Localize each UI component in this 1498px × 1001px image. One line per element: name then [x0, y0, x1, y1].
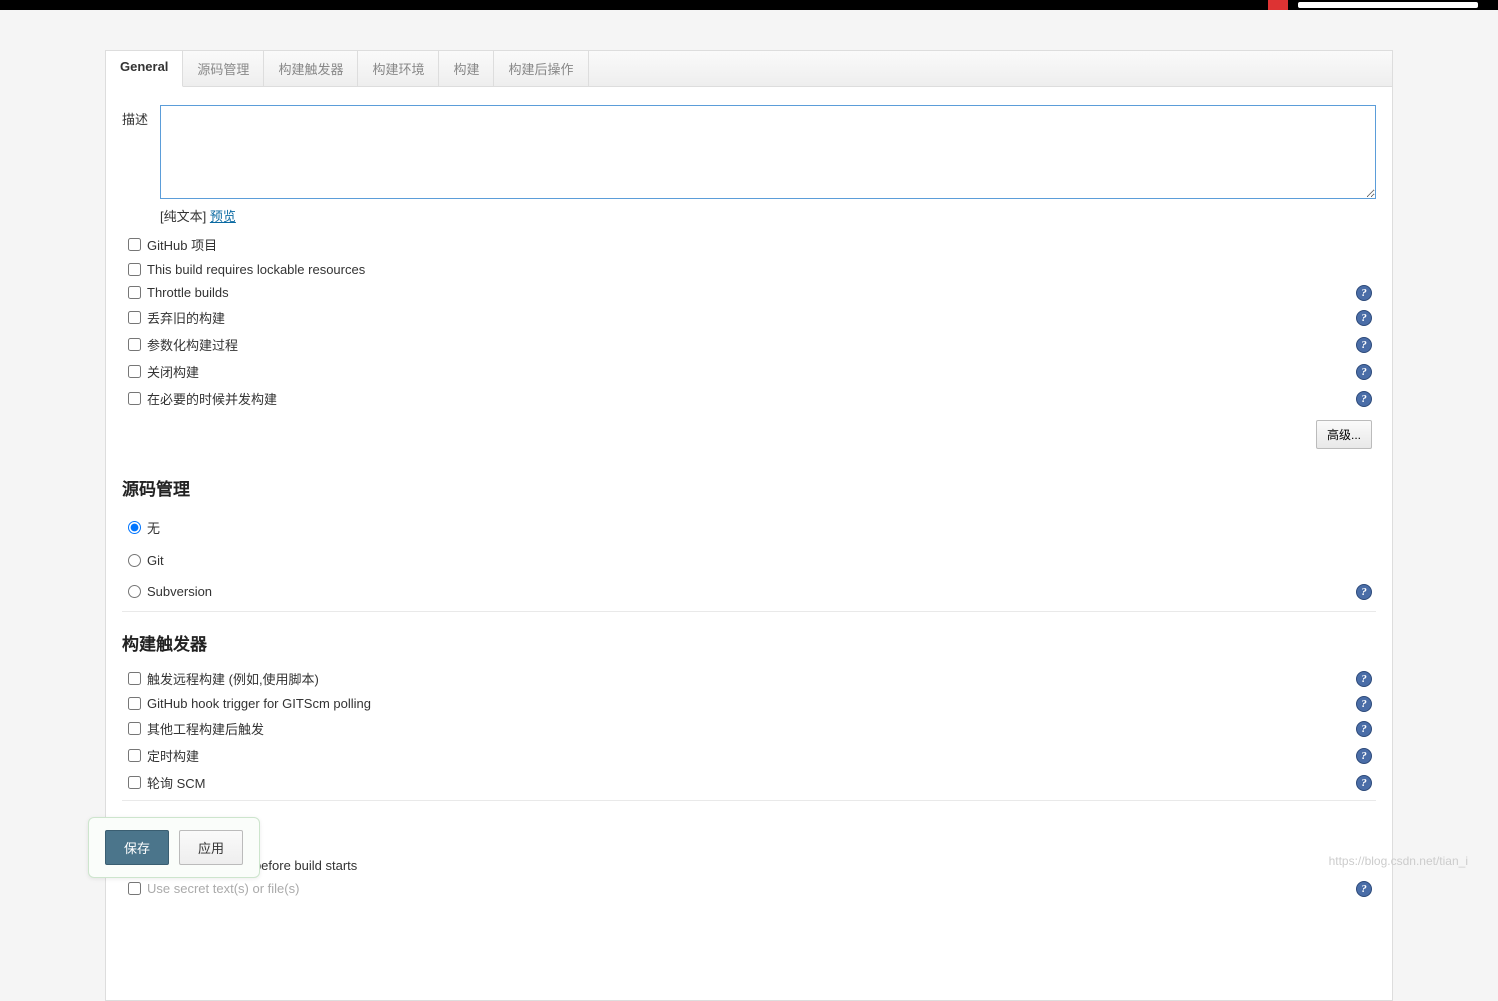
- tab-0[interactable]: General: [106, 51, 183, 87]
- description-format-row: [纯文本] 预览: [160, 206, 1376, 225]
- scm-option-row: 无: [122, 510, 1376, 545]
- general-option-label[interactable]: 关闭构建: [147, 362, 199, 381]
- general-option-row: 在必要的时候并发构建?: [122, 385, 1376, 412]
- tab-1[interactable]: 源码管理: [183, 51, 264, 86]
- general-option-checkbox[interactable]: [128, 338, 141, 351]
- general-option-checkbox[interactable]: [128, 263, 141, 276]
- general-option-checkbox[interactable]: [128, 311, 141, 324]
- trigger-option-checkbox[interactable]: [128, 776, 141, 789]
- trigger-option-label[interactable]: 其他工程构建后触发: [147, 719, 264, 738]
- main-panel: General源码管理构建触发器构建环境构建构建后操作 描述 [纯文本] 预览 …: [105, 50, 1393, 1001]
- global-search[interactable]: [1298, 2, 1478, 8]
- env-option-label[interactable]: Use secret text(s) or file(s): [147, 881, 299, 896]
- divider: [122, 800, 1376, 801]
- tab-3[interactable]: 构建环境: [358, 51, 439, 86]
- trigger-option-label[interactable]: 定时构建: [147, 746, 199, 765]
- notification-badge[interactable]: [1268, 0, 1288, 10]
- description-input[interactable]: [160, 105, 1376, 199]
- description-area: [纯文本] 预览: [160, 105, 1376, 225]
- help-icon[interactable]: ?: [1356, 881, 1372, 897]
- help-icon[interactable]: ?: [1356, 391, 1372, 407]
- general-option-label[interactable]: GitHub 项目: [147, 235, 217, 254]
- general-option-label[interactable]: 参数化构建过程: [147, 335, 238, 354]
- trigger-option-checkbox[interactable]: [128, 672, 141, 685]
- general-option-checkbox[interactable]: [128, 392, 141, 405]
- scm-option-label[interactable]: 无: [147, 518, 160, 537]
- help-icon[interactable]: ?: [1356, 584, 1372, 600]
- help-icon[interactable]: ?: [1356, 285, 1372, 301]
- general-option-label[interactable]: 丢弃旧的构建: [147, 308, 225, 327]
- env-option-checkbox[interactable]: [128, 882, 141, 895]
- general-option-checkbox[interactable]: [128, 286, 141, 299]
- general-option-label[interactable]: 在必要的时候并发构建: [147, 389, 277, 408]
- help-icon[interactable]: ?: [1356, 337, 1372, 353]
- preview-link[interactable]: 预览: [210, 209, 236, 224]
- plain-text-label: [纯文本]: [160, 209, 206, 224]
- trigger-option-checkbox[interactable]: [128, 749, 141, 762]
- trigger-option-checkbox[interactable]: [128, 697, 141, 710]
- general-option-row: This build requires lockable resources: [122, 258, 1376, 281]
- advanced-button[interactable]: 高级...: [1316, 420, 1372, 449]
- trigger-option-row: GitHub hook trigger for GITScm polling?: [122, 692, 1376, 715]
- description-row: 描述 [纯文本] 预览: [122, 105, 1376, 225]
- general-option-row: 丢弃旧的构建?: [122, 304, 1376, 331]
- general-option-checkbox[interactable]: [128, 238, 141, 251]
- help-icon[interactable]: ?: [1356, 748, 1372, 764]
- scm-option-row: Git: [122, 545, 1376, 576]
- config-content: 描述 [纯文本] 预览 GitHub 项目 This build requires…: [106, 87, 1392, 1000]
- general-option-label[interactable]: This build requires lockable resources: [147, 262, 365, 277]
- general-option-row: Throttle builds?: [122, 281, 1376, 304]
- description-label: 描述: [122, 105, 160, 128]
- divider: [122, 611, 1376, 612]
- env-option-row: Use secret text(s) or file(s)?: [122, 877, 1376, 900]
- help-icon[interactable]: ?: [1356, 671, 1372, 687]
- help-icon[interactable]: ?: [1356, 364, 1372, 380]
- general-option-row: 关闭构建?: [122, 358, 1376, 385]
- apply-button[interactable]: 应用: [179, 830, 243, 865]
- triggers-section-title: 构建触发器: [122, 630, 1376, 655]
- buildenv-section-title: 构建环境: [122, 819, 1376, 844]
- scm-option-radio[interactable]: [128, 521, 141, 534]
- trigger-option-label[interactable]: GitHub hook trigger for GITScm polling: [147, 696, 371, 711]
- scm-option-radio[interactable]: [128, 585, 141, 598]
- trigger-option-row: 触发远程构建 (例如,使用脚本)?: [122, 665, 1376, 692]
- scm-option-row: Subversion?: [122, 576, 1376, 607]
- help-icon[interactable]: ?: [1356, 310, 1372, 326]
- help-icon[interactable]: ?: [1356, 721, 1372, 737]
- scm-option-label[interactable]: Subversion: [147, 584, 212, 599]
- scm-option-label[interactable]: Git: [147, 553, 164, 568]
- save-bar: 保存 应用: [88, 817, 260, 878]
- help-icon[interactable]: ?: [1356, 775, 1372, 791]
- scm-option-radio[interactable]: [128, 554, 141, 567]
- trigger-option-checkbox[interactable]: [128, 722, 141, 735]
- top-bar: [0, 0, 1498, 10]
- tab-4[interactable]: 构建: [439, 51, 494, 86]
- save-button[interactable]: 保存: [105, 830, 169, 865]
- general-option-label[interactable]: Throttle builds: [147, 285, 229, 300]
- env-option-row: Delete workspace before build starts: [122, 854, 1376, 877]
- advanced-row: 高级...: [122, 412, 1376, 457]
- trigger-option-label[interactable]: 触发远程构建 (例如,使用脚本): [147, 669, 319, 688]
- config-tabs: General源码管理构建触发器构建环境构建构建后操作: [106, 51, 1392, 87]
- trigger-option-row: 定时构建?: [122, 742, 1376, 769]
- trigger-option-row: 轮询 SCM?: [122, 769, 1376, 796]
- tab-2[interactable]: 构建触发器: [264, 51, 358, 86]
- tab-5[interactable]: 构建后操作: [494, 51, 588, 86]
- general-option-checkbox[interactable]: [128, 365, 141, 378]
- scm-section-title: 源码管理: [122, 475, 1376, 500]
- general-option-row: GitHub 项目: [122, 231, 1376, 258]
- trigger-option-label[interactable]: 轮询 SCM: [147, 773, 206, 792]
- general-option-row: 参数化构建过程?: [122, 331, 1376, 358]
- trigger-option-row: 其他工程构建后触发?: [122, 715, 1376, 742]
- help-icon[interactable]: ?: [1356, 696, 1372, 712]
